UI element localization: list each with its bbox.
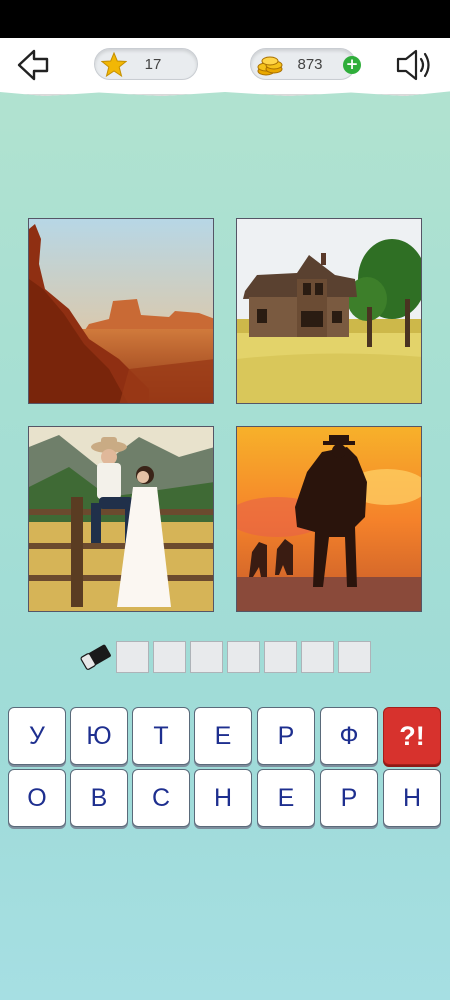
letter-key[interactable]: С xyxy=(132,769,190,827)
back-arrow-icon xyxy=(17,49,49,81)
coins-counter: 873 + xyxy=(250,48,361,80)
answer-slot[interactable] xyxy=(116,641,149,673)
letter-key[interactable]: Ю xyxy=(70,707,128,765)
answer-slot[interactable] xyxy=(338,641,371,673)
answer-slot[interactable] xyxy=(301,641,334,673)
eraser-button[interactable] xyxy=(78,641,114,673)
desert-canyon-picture[interactable] xyxy=(28,218,214,404)
stars-counter: 17 xyxy=(94,48,198,80)
back-button[interactable] xyxy=(14,46,52,84)
letter-key[interactable]: Е xyxy=(257,769,315,827)
speaker-icon xyxy=(396,49,430,81)
hint-button[interactable]: ?! xyxy=(383,707,441,765)
sound-toggle-button[interactable] xyxy=(394,46,438,84)
letter-key[interactable]: О xyxy=(8,769,66,827)
cowboy-couple-fence-picture[interactable] xyxy=(28,426,214,612)
coins-icon xyxy=(257,56,283,76)
stars-value: 17 xyxy=(144,55,162,73)
top-bar xyxy=(0,38,450,96)
letter-key[interactable]: Е xyxy=(194,707,252,765)
letter-key[interactable]: Т xyxy=(132,707,190,765)
eraser-icon xyxy=(80,644,111,670)
letter-key[interactable]: Р xyxy=(257,707,315,765)
add-coins-plus-icon[interactable]: + xyxy=(343,56,361,74)
answer-slot[interactable] xyxy=(153,641,186,673)
letter-key[interactable]: Ф xyxy=(320,707,378,765)
letter-key[interactable]: У xyxy=(8,707,66,765)
letter-key[interactable]: В xyxy=(70,769,128,827)
answer-slot[interactable] xyxy=(190,641,223,673)
letter-key[interactable]: Н xyxy=(383,769,441,827)
letter-key[interactable]: Н xyxy=(194,769,252,827)
horse-rider-sunset-picture[interactable] xyxy=(236,426,422,612)
old-farmhouse-picture[interactable] xyxy=(236,218,422,404)
letter-key[interactable]: Р xyxy=(320,769,378,827)
status-bar xyxy=(0,0,450,38)
answer-slot[interactable] xyxy=(227,641,260,673)
answer-slot[interactable] xyxy=(264,641,297,673)
coins-value: 873 xyxy=(297,55,323,73)
star-icon xyxy=(101,52,127,78)
